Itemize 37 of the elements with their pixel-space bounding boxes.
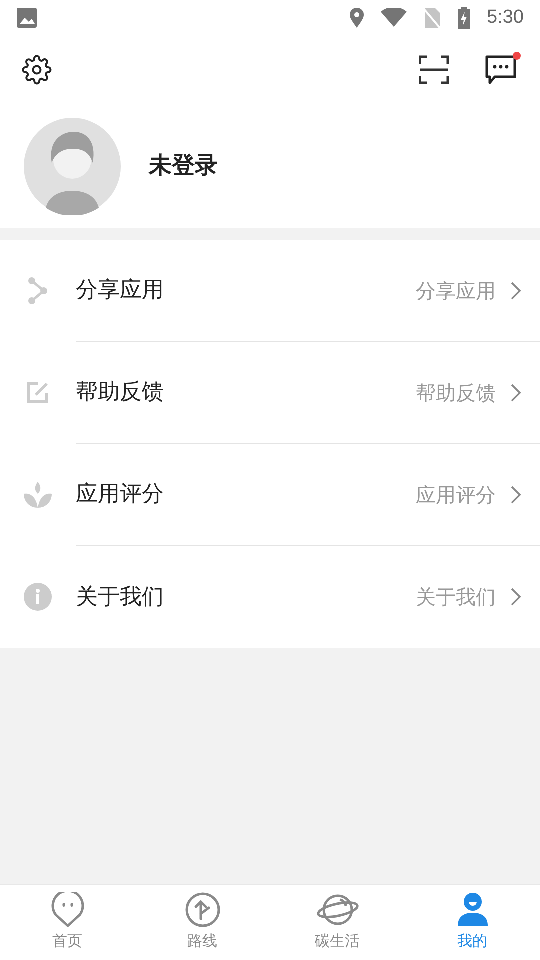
menu-label: 应用评分 — [76, 481, 165, 509]
menu-label: 分享应用 — [76, 277, 165, 305]
map-pin-icon — [50, 892, 84, 928]
wifi-icon — [381, 8, 408, 28]
chevron-right-icon — [510, 484, 522, 504]
image-icon — [16, 7, 38, 29]
menu-value: 帮助反馈 — [416, 380, 496, 406]
route-icon — [184, 892, 220, 928]
tab[interactable]: 我的 — [405, 885, 540, 960]
status-time: 5:30 — [487, 6, 524, 30]
location-icon — [349, 7, 366, 29]
settings-icon — [22, 55, 52, 85]
scan-icon — [419, 55, 449, 85]
edit-icon — [26, 381, 50, 405]
chat-icon — [485, 55, 517, 85]
person-icon — [456, 892, 488, 928]
menu-item[interactable]: 分享应用 分享应用 — [0, 240, 540, 342]
chevron-right-icon — [510, 587, 522, 607]
menu-label: 关于我们 — [76, 584, 165, 612]
menu-value: 分享应用 — [416, 278, 496, 304]
menu-item[interactable]: 关于我们 关于我们 — [0, 546, 540, 648]
menu-item[interactable]: 帮助反馈 帮助反馈 — [0, 342, 540, 444]
settings-button[interactable] — [22, 55, 52, 85]
menu-item[interactable]: 应用评分 应用评分 — [0, 444, 540, 546]
scan-button[interactable] — [418, 54, 450, 86]
info-icon — [23, 582, 53, 612]
battery-charging-icon — [457, 7, 472, 29]
chevron-right-icon — [510, 382, 522, 402]
message-button[interactable] — [484, 53, 518, 87]
lotus-icon — [23, 480, 53, 510]
share-icon — [27, 277, 49, 305]
menu-label: 帮助反馈 — [76, 379, 165, 407]
login-status[interactable]: 未登录 — [149, 148, 218, 184]
no-sim-icon — [423, 7, 442, 29]
menu-value: 关于我们 — [416, 584, 496, 611]
chevron-right-icon — [510, 280, 522, 300]
menu-value: 应用评分 — [416, 482, 496, 508]
